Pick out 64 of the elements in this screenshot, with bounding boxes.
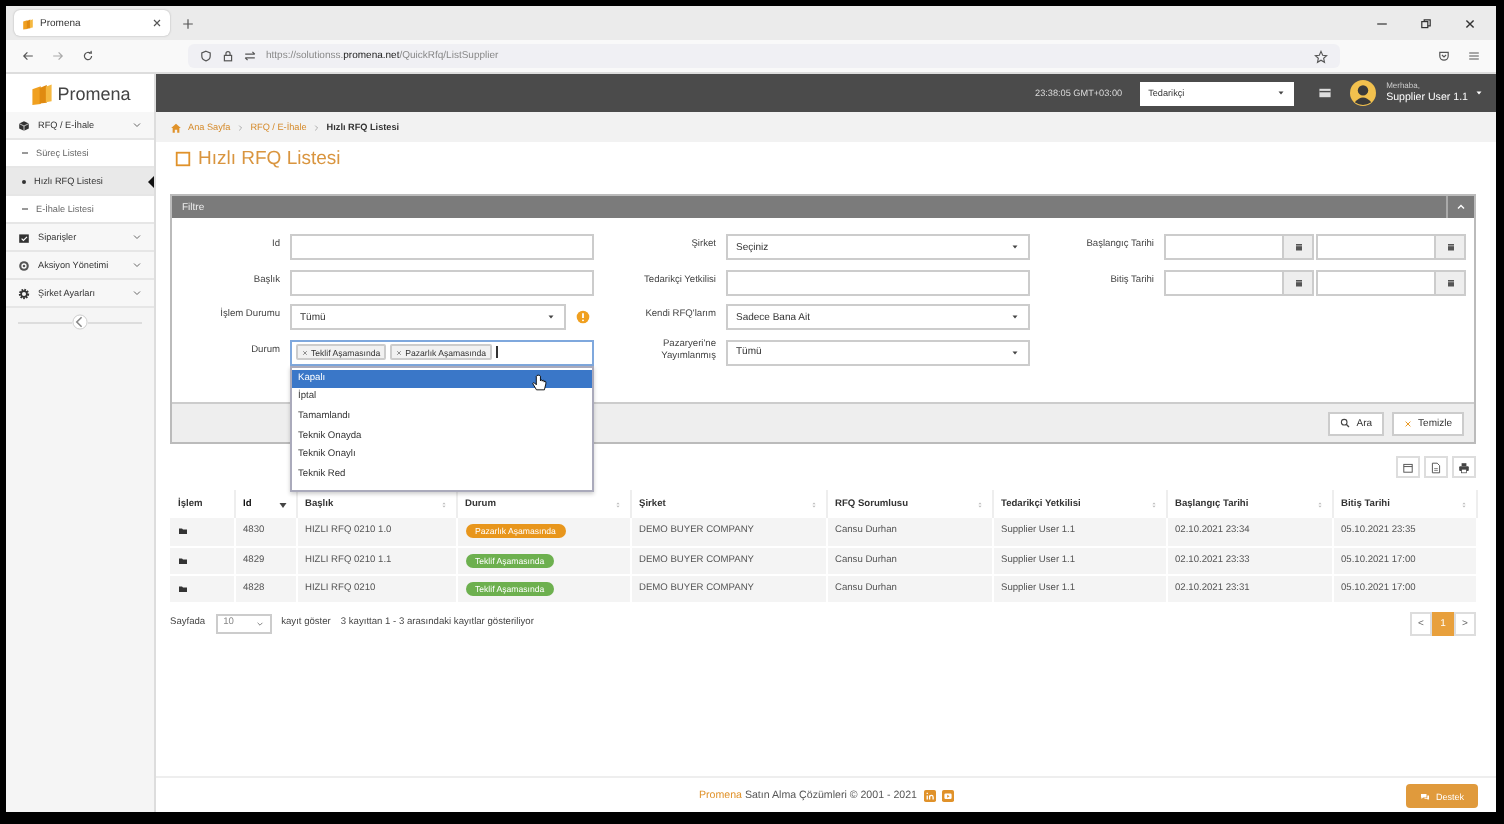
folder-icon[interactable] (178, 526, 188, 537)
date-field[interactable] (1316, 269, 1466, 296)
print-icon (1458, 461, 1470, 473)
chevron-down-icon (132, 232, 142, 242)
columns-button[interactable] (1396, 456, 1420, 478)
back-icon[interactable] (22, 50, 34, 62)
avatar (1350, 80, 1377, 106)
shield-icon (200, 50, 212, 62)
calendar-check-icon (18, 231, 30, 243)
caret-icon[interactable] (1474, 88, 1484, 98)
chat-icon (1419, 791, 1430, 801)
hand-pointer-icon (530, 373, 548, 392)
close-icon[interactable] (1464, 17, 1476, 29)
logo[interactable]: Promena (6, 74, 154, 112)
chevron-down-icon (132, 260, 142, 270)
print-button[interactable] (1452, 456, 1476, 478)
window-icon (1402, 461, 1414, 473)
logo-icon (22, 17, 34, 29)
calendar-icon (1293, 242, 1303, 253)
text-field[interactable] (726, 269, 1030, 296)
collapse-sidebar-icon[interactable] (72, 314, 88, 330)
calendar-icon (1445, 242, 1455, 253)
plus-icon[interactable] (182, 17, 194, 29)
home-icon (170, 121, 182, 133)
file-icon (1430, 461, 1442, 473)
date-field[interactable] (1316, 234, 1466, 261)
search-icon (1340, 418, 1351, 428)
remove-icon (302, 349, 308, 356)
chevron-down-icon (255, 619, 264, 627)
close-icon (1404, 419, 1413, 427)
minimize-icon[interactable] (1376, 17, 1388, 29)
chevron-up-icon (1456, 202, 1466, 212)
lock-icon (222, 50, 234, 62)
text-field[interactable] (290, 234, 594, 261)
export-button[interactable] (1424, 456, 1448, 478)
date-field[interactable] (1164, 269, 1314, 296)
chevron-down-icon (132, 288, 142, 298)
chevron-down-icon (132, 120, 142, 130)
page-title: Hızlı RFQ Listesi (198, 148, 341, 170)
folder-icon[interactable] (178, 583, 188, 593)
calendar-icon (1293, 277, 1303, 288)
reload-icon[interactable] (82, 50, 94, 62)
card-icon[interactable] (1318, 86, 1333, 100)
target-icon (18, 259, 30, 271)
caret-icon (546, 312, 556, 323)
logo-icon (29, 81, 54, 105)
cube-icon (18, 119, 30, 131)
gear-icon (18, 287, 30, 299)
calendar-icon (1445, 277, 1455, 288)
caret-icon (1010, 242, 1020, 253)
caret-icon (1276, 88, 1287, 98)
note-icon (174, 150, 192, 168)
star-icon[interactable] (1314, 49, 1328, 63)
swap-arrows-icon (244, 50, 256, 62)
date-field[interactable] (1164, 234, 1314, 261)
close-icon[interactable] (152, 18, 162, 28)
caret-icon (1010, 347, 1020, 358)
remove-icon (396, 349, 403, 356)
text-field[interactable] (290, 269, 594, 296)
caret-icon (1010, 312, 1020, 323)
text-cursor (496, 346, 499, 359)
restore-icon[interactable] (1420, 17, 1432, 29)
pocket-icon[interactable] (1438, 50, 1450, 62)
folder-icon[interactable] (178, 555, 188, 565)
